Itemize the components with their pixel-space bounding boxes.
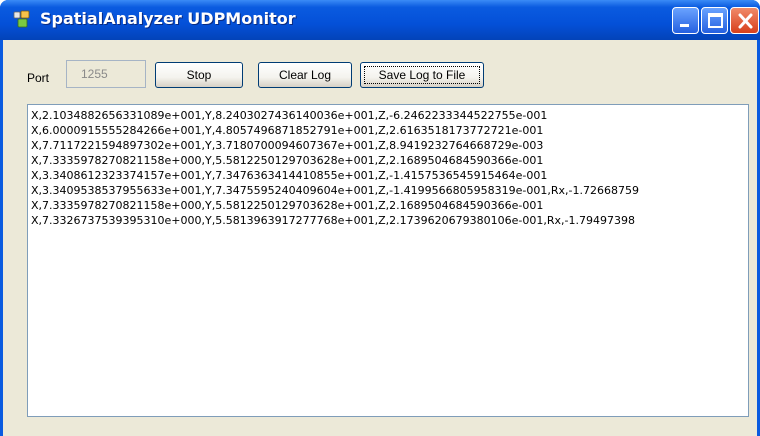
log-line: X,3.3409538537955633e+001,Y,7.3475595240… bbox=[31, 184, 639, 197]
app-window: SpatialAnalyzer UDPMonitor Port 1255 Sto… bbox=[0, 0, 760, 436]
log-textarea[interactable]: X,2.1034882656331089e+001,Y,8.2403027436… bbox=[27, 104, 749, 417]
save-log-button[interactable]: Save Log to File bbox=[360, 62, 484, 88]
clear-log-button[interactable]: Clear Log bbox=[258, 62, 352, 88]
port-label: Port bbox=[27, 71, 50, 85]
save-log-button-label: Save Log to File bbox=[378, 68, 466, 82]
log-line: X,6.0000915555284266e+001,Y,4.8057496871… bbox=[31, 124, 544, 137]
log-line: X,2.1034882656331089e+001,Y,8.2403027436… bbox=[31, 109, 548, 122]
log-line: X,7.3335978270821158e+000,Y,5.5812250129… bbox=[31, 199, 544, 212]
close-button[interactable] bbox=[730, 7, 759, 34]
maximize-icon bbox=[708, 13, 723, 28]
log-line: X,7.3326737539395310e+000,Y,5.5813963917… bbox=[31, 214, 635, 227]
minimize-button[interactable] bbox=[672, 7, 699, 34]
window-title: SpatialAnalyzer UDPMonitor bbox=[40, 9, 296, 28]
app-icon bbox=[12, 9, 32, 29]
port-field[interactable]: 1255 bbox=[66, 60, 146, 88]
stop-button[interactable]: Stop bbox=[155, 62, 243, 88]
clear-log-button-label: Clear Log bbox=[278, 68, 332, 82]
maximize-button[interactable] bbox=[701, 7, 728, 34]
close-icon bbox=[738, 13, 753, 29]
log-line: X,7.7117221594897302e+001,Y,3.7180700094… bbox=[31, 139, 544, 152]
log-line: X,3.3408612323374157e+001,Y,7.3476363414… bbox=[31, 169, 548, 182]
stop-button-label: Stop bbox=[186, 68, 212, 82]
minimize-icon bbox=[680, 24, 689, 27]
log-line: X,7.3335978270821158e+000,Y,5.5812250129… bbox=[31, 154, 544, 167]
title-bar[interactable]: SpatialAnalyzer UDPMonitor bbox=[0, 0, 760, 40]
